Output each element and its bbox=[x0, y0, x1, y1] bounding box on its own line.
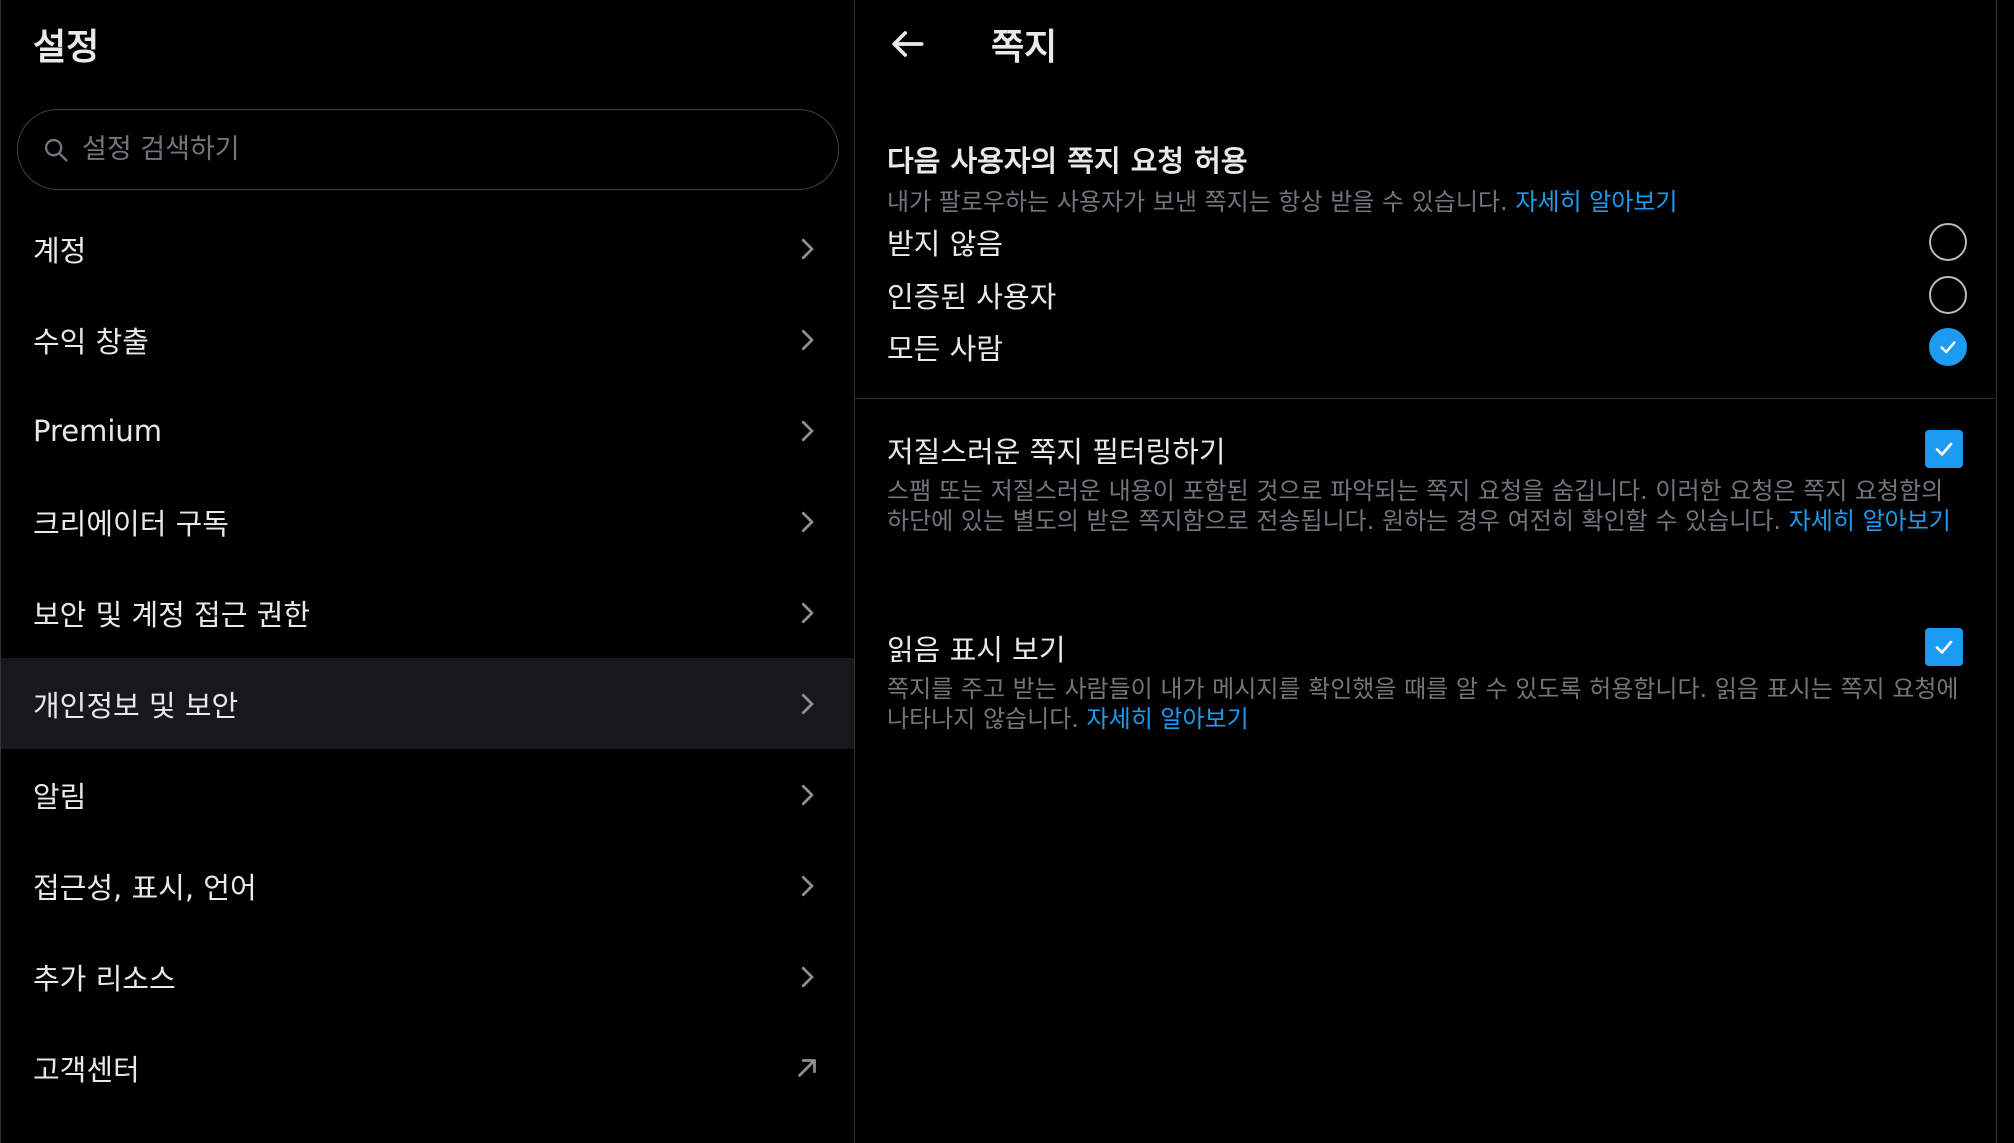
radio-option-no-one[interactable]: 받지 않음 bbox=[887, 217, 1967, 267]
settings-menu: 계정 수익 창출 Premium 크리에이터 구독 보안 및 계정 접근 권한 … bbox=[1, 203, 854, 1113]
settings-search-input[interactable] bbox=[82, 129, 802, 170]
learn-more-link[interactable]: 자세히 알아보기 bbox=[1515, 188, 1677, 216]
read-receipts-title: 읽음 표시 보기 bbox=[887, 633, 1066, 667]
menu-item-label: 크리에이터 구독 bbox=[33, 506, 229, 541]
menu-item-accessibility[interactable]: 접근성, 표시, 언어 bbox=[1, 840, 854, 931]
search-icon bbox=[44, 138, 68, 162]
checkmark-icon bbox=[1935, 640, 1953, 654]
settings-title: 설정 bbox=[33, 27, 100, 68]
back-arrow-icon[interactable] bbox=[885, 22, 929, 66]
chevron-right-icon bbox=[801, 420, 814, 441]
message-requests-description-text: 내가 팔로우하는 사용자가 보낸 쪽지는 항상 받을 수 있습니다. bbox=[887, 188, 1508, 216]
filter-messages-title: 저질스러운 쪽지 필터링하기 bbox=[887, 435, 1226, 469]
chevron-right-icon bbox=[801, 329, 814, 350]
radio-option-label: 인증된 사용자 bbox=[887, 280, 1057, 314]
menu-item-additional-resources[interactable]: 추가 리소스 bbox=[1, 931, 854, 1022]
menu-item-label: Premium bbox=[33, 413, 163, 448]
chevron-right-icon bbox=[801, 693, 814, 714]
page-title: 쪽지 bbox=[991, 27, 1058, 68]
radio-option-label: 모든 사람 bbox=[887, 332, 1003, 366]
radio-button[interactable] bbox=[1929, 223, 1967, 261]
settings-search-box[interactable] bbox=[17, 109, 839, 190]
menu-item-account[interactable]: 계정 bbox=[1, 203, 854, 294]
menu-item-label: 접근성, 표시, 언어 bbox=[33, 870, 257, 905]
menu-item-security-access[interactable]: 보안 및 계정 접근 권한 bbox=[1, 567, 854, 658]
menu-item-notifications[interactable]: 알림 bbox=[1, 749, 854, 840]
chevron-right-icon bbox=[801, 511, 814, 532]
menu-item-label: 추가 리소스 bbox=[33, 961, 176, 996]
chevron-right-icon bbox=[801, 784, 814, 805]
menu-item-label: 계정 bbox=[33, 233, 87, 268]
menu-item-monetization[interactable]: 수익 창출 bbox=[1, 294, 854, 385]
filter-messages-checkbox[interactable] bbox=[1925, 430, 1963, 468]
chevron-right-icon bbox=[801, 602, 814, 623]
chevron-right-icon bbox=[801, 238, 814, 259]
filter-messages-description: 스팸 또는 저질스러운 내용이 포함된 것으로 파악되는 쪽지 요청을 숨깁니다… bbox=[887, 476, 1967, 536]
messages-settings-panel: 쪽지 다음 사용자의 쪽지 요청 허용 내가 팔로우하는 사용자가 보낸 쪽지는… bbox=[855, 0, 1997, 1143]
read-receipts-description: 쪽지를 주고 받는 사람들이 내가 메시지를 확인했을 때를 알 수 있도록 허… bbox=[887, 674, 1967, 734]
chevron-right-icon bbox=[801, 875, 814, 896]
menu-item-label: 수익 창출 bbox=[33, 324, 149, 359]
external-link-arrow-icon bbox=[798, 1058, 816, 1077]
section-divider bbox=[855, 398, 1995, 399]
menu-item-label: 보안 및 계정 접근 권한 bbox=[33, 597, 310, 632]
settings-nav-column: 설정 계정 수익 창출 Premium 크리에이터 구독 bbox=[0, 0, 855, 1143]
message-requests-description: 내가 팔로우하는 사용자가 보낸 쪽지는 항상 받을 수 있습니다. 자세히 알… bbox=[887, 182, 1678, 217]
settings-screen: 설정 계정 수익 창출 Premium 크리에이터 구독 bbox=[0, 0, 2014, 1143]
radio-button-selected[interactable] bbox=[1929, 328, 1967, 366]
checkmark-icon bbox=[1935, 442, 1953, 456]
menu-item-label: 고객센터 bbox=[33, 1052, 140, 1087]
menu-item-creator-subscriptions[interactable]: 크리에이터 구독 bbox=[1, 476, 854, 567]
read-receipts-checkbox[interactable] bbox=[1925, 628, 1963, 666]
radio-option-verified-users[interactable]: 인증된 사용자 bbox=[887, 270, 1967, 320]
learn-more-link[interactable]: 자세히 알아보기 bbox=[1087, 705, 1249, 733]
radio-option-label: 받지 않음 bbox=[887, 227, 1003, 261]
filter-messages-description-text: 스팸 또는 저질스러운 내용이 포함된 것으로 파악되는 쪽지 요청을 숨깁니다… bbox=[887, 477, 1944, 535]
chevron-right-icon bbox=[801, 966, 814, 987]
menu-item-label: 알림 bbox=[33, 779, 87, 814]
radio-option-everyone[interactable]: 모든 사람 bbox=[887, 322, 1967, 372]
learn-more-link[interactable]: 자세히 알아보기 bbox=[1789, 507, 1951, 535]
checkmark-icon bbox=[1940, 341, 1956, 354]
menu-item-help-center[interactable]: 고객센터 bbox=[1, 1022, 854, 1113]
message-requests-heading: 다음 사용자의 쪽지 요청 허용 bbox=[887, 144, 1248, 178]
radio-button[interactable] bbox=[1929, 276, 1967, 314]
menu-item-privacy-safety[interactable]: 개인정보 및 보안 bbox=[1, 658, 854, 749]
menu-item-label: 개인정보 및 보안 bbox=[33, 688, 239, 723]
read-receipts-description-text: 쪽지를 주고 받는 사람들이 내가 메시지를 확인했을 때를 알 수 있도록 허… bbox=[887, 675, 1959, 733]
menu-item-premium[interactable]: Premium bbox=[1, 385, 854, 476]
